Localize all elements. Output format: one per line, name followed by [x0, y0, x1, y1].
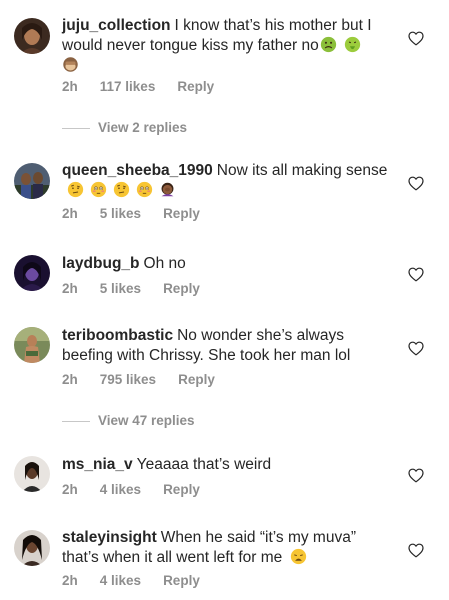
comment-time: 2h — [62, 573, 78, 588]
comment-likes[interactable]: 5 likes — [100, 281, 141, 296]
face-with-raised-eyebrow-icon — [67, 181, 84, 198]
view-replies-label: View 47 replies — [98, 413, 195, 428]
comment-time: 2h — [62, 281, 78, 296]
avatar[interactable] — [14, 163, 50, 199]
heart-outline-icon[interactable] — [408, 176, 424, 191]
comment-time: 2h — [62, 206, 78, 221]
reply-button[interactable]: Reply — [177, 79, 214, 94]
see-no-evil-monkey-icon — [62, 56, 79, 73]
replies-divider — [62, 420, 90, 422]
comment-meta: 2h 4 likes Reply — [62, 573, 222, 588]
weary-face-icon — [290, 548, 307, 565]
avatar[interactable] — [14, 456, 50, 492]
view-replies-button[interactable]: View 2 replies — [62, 120, 187, 135]
heart-outline-icon[interactable] — [408, 341, 424, 356]
comment-likes[interactable]: 4 likes — [100, 482, 141, 497]
nauseated-face-icon — [320, 36, 337, 53]
avatar[interactable] — [14, 327, 50, 363]
heart-outline-icon[interactable] — [408, 267, 424, 282]
heart-outline-icon[interactable] — [408, 543, 424, 558]
comment-username[interactable]: juju_collection — [62, 17, 171, 34]
comment-username[interactable]: staleyinsight — [62, 529, 157, 546]
avatar[interactable] — [14, 18, 50, 54]
comment-text: Oh no — [143, 255, 186, 272]
comment-time: 2h — [62, 79, 78, 94]
comment-likes[interactable]: 117 likes — [100, 79, 156, 94]
reply-button[interactable]: Reply — [163, 482, 200, 497]
avatar[interactable] — [14, 530, 50, 566]
avatar[interactable] — [14, 255, 50, 291]
comment-likes[interactable]: 4 likes — [100, 573, 141, 588]
view-replies-label: View 2 replies — [98, 120, 188, 135]
comment-text: Now its all making sense — [216, 162, 388, 179]
reply-button[interactable]: Reply — [163, 573, 200, 588]
flushed-face-icon — [136, 181, 153, 198]
comment-likes[interactable]: 5 likes — [100, 206, 141, 221]
comment-meta: 2h 4 likes Reply — [62, 482, 222, 497]
comment-text: Yeaaaa that’s weird — [136, 456, 272, 473]
vomiting-face-icon — [344, 36, 361, 53]
comment-time: 2h — [62, 482, 78, 497]
view-replies-button[interactable]: View 47 replies — [62, 413, 195, 428]
comment-meta: 2h 795 likes Reply — [62, 372, 237, 387]
comment-username[interactable]: laydbug_b — [62, 255, 140, 272]
comment-username[interactable]: teriboombastic — [62, 327, 173, 344]
comment-meta: 2h 5 likes Reply — [62, 281, 222, 296]
heart-outline-icon[interactable] — [408, 31, 424, 46]
flushed-face-icon — [90, 181, 107, 198]
comment-likes[interactable]: 795 likes — [100, 372, 156, 387]
face-with-raised-eyebrow-icon — [113, 181, 130, 198]
comment-meta: 2h 117 likes Reply — [62, 79, 236, 94]
comment-meta: 2h 5 likes Reply — [62, 206, 222, 221]
comment-time: 2h — [62, 372, 78, 387]
woman-facepalming-icon — [159, 181, 176, 198]
reply-button[interactable]: Reply — [163, 281, 200, 296]
reply-button[interactable]: Reply — [163, 206, 200, 221]
replies-divider — [62, 127, 90, 129]
reply-button[interactable]: Reply — [178, 372, 215, 387]
heart-outline-icon[interactable] — [408, 468, 424, 483]
comment-username[interactable]: ms_nia_v — [62, 456, 133, 473]
comment-username[interactable]: queen_sheeba_1990 — [62, 162, 213, 179]
